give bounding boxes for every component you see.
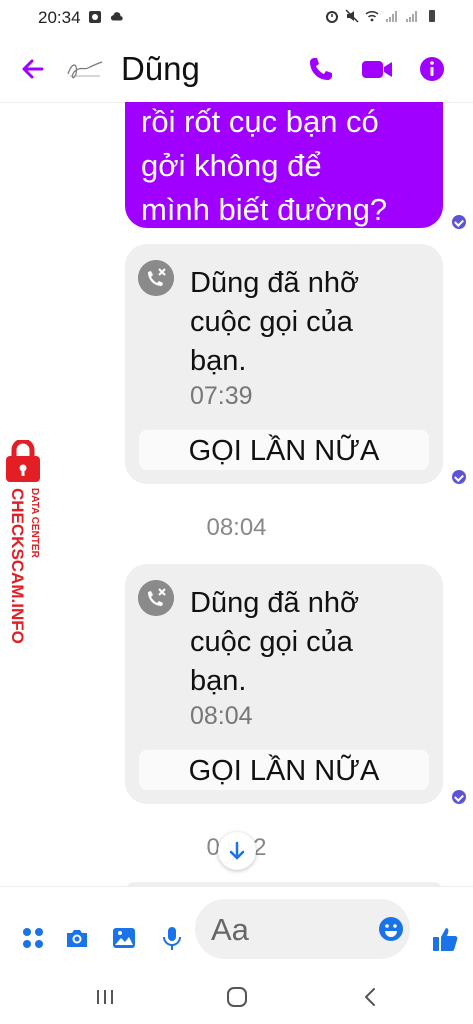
nav-back-icon[interactable] — [358, 984, 384, 1010]
video-camera-icon[interactable] — [360, 54, 394, 84]
back-arrow-icon[interactable] — [18, 54, 48, 84]
scroll-to-bottom-button[interactable] — [218, 832, 256, 870]
missed-call-icon — [138, 260, 174, 296]
mute-icon — [345, 9, 359, 23]
missed-call-time: 07:39 — [190, 382, 253, 410]
sent-message-bubble[interactable]: rồi rốt cục bạn có gởi không để mình biế… — [125, 102, 443, 228]
missed-call-text: Dũng đã nhỡ cuộc gọi của bạn. — [190, 587, 359, 697]
missed-call-text: Dũng đã nhỡ cuộc gọi của bạn. — [190, 267, 359, 377]
message-input-box[interactable] — [195, 899, 410, 959]
recent-apps-icon[interactable] — [92, 984, 118, 1010]
contact-name[interactable]: Dũng — [121, 50, 200, 88]
grid-menu-icon[interactable] — [20, 925, 46, 951]
seen-indicator — [452, 215, 466, 229]
signal-icon — [386, 11, 397, 22]
arrow-down-icon — [229, 841, 245, 860]
sent-message-text: rồi rốt cục bạn có gởi không để mình biế… — [141, 104, 388, 227]
info-icon[interactable] — [417, 54, 447, 84]
message-input[interactable] — [209, 907, 363, 953]
missed-call-card[interactable]: Dũng đã nhỡ cuộc gọi của bạn. 07:39 GỌI … — [125, 244, 443, 484]
system-navigation-bar — [0, 966, 473, 1024]
message-composer — [0, 886, 473, 967]
call-again-button[interactable]: GỌI LẦN NỮA — [139, 430, 429, 470]
seen-indicator — [452, 470, 466, 484]
emoji-icon[interactable] — [378, 916, 404, 942]
missed-call-card[interactable]: Dũng đã nhỡ cuộc gọi của bạn. 08:04 GỌI … — [125, 564, 443, 804]
watermark-line2: CHECKSCAM.INFO — [8, 488, 27, 644]
conversation-header: Dũng — [0, 36, 473, 103]
wifi-icon — [365, 10, 379, 22]
message-list[interactable]: rồi rốt cục bạn có gởi không để mình biế… — [0, 102, 473, 886]
home-icon[interactable] — [224, 984, 250, 1010]
microphone-icon[interactable] — [159, 925, 185, 951]
signal-icon-2 — [406, 11, 417, 22]
notification-icon — [89, 11, 101, 23]
seen-indicator — [452, 790, 466, 804]
thumbs-up-icon[interactable] — [431, 925, 459, 953]
missed-call-icon — [138, 580, 174, 616]
timestamp: 08:04 — [206, 514, 267, 541]
watermark-line1: DATA CENTER — [29, 488, 40, 559]
status-bar: 20:34 — [0, 0, 473, 36]
battery-icon — [429, 10, 435, 22]
missed-call-time: 08:04 — [190, 702, 253, 730]
phone-icon[interactable] — [306, 54, 336, 84]
cloud-icon — [110, 12, 123, 21]
alarm-icon — [326, 11, 338, 23]
image-icon[interactable] — [111, 925, 137, 951]
watermark-logo: DATA CENTER CHECKSCAM.INFO — [6, 440, 40, 644]
status-time: 20:34 — [38, 8, 81, 27]
avatar[interactable] — [62, 50, 106, 88]
call-again-button[interactable]: GỌI LẦN NỮA — [139, 750, 429, 790]
camera-icon[interactable] — [64, 925, 90, 951]
